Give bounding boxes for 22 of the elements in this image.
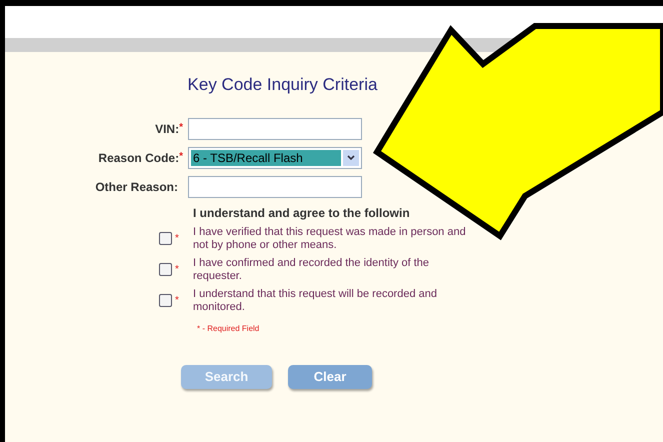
required-field-note: * - Required Field: [197, 322, 260, 334]
agreement-text: I have verified that this request was made in person and not by phone or other means.: [193, 226, 467, 252]
required-mark: *: [179, 150, 183, 164]
checkbox[interactable]: [159, 263, 172, 276]
text-field[interactable]: [188, 176, 362, 198]
checkbox[interactable]: [159, 232, 172, 245]
required-mark: *: [179, 120, 183, 134]
agreement-text: I have confirmed and recorded the identity of the requester.: [193, 256, 430, 282]
reason-select[interactable]: 6 - TSB/Recall Flash: [188, 146, 362, 168]
chevron-down-icon: [347, 154, 355, 160]
field-label: Other Reason:: [95, 178, 178, 196]
checkbox[interactable]: [159, 294, 172, 307]
field-label: VIN:: [155, 120, 180, 138]
action-button[interactable]: Clear: [288, 364, 372, 388]
required-mark: *: [174, 263, 180, 277]
required-mark: *: [174, 232, 180, 246]
agreement-heading: I understand and agree to the followin: [193, 204, 411, 222]
field-label: Reason Code:: [98, 150, 180, 166]
required-mark: *: [174, 294, 180, 308]
agreement-text: I understand that this request will be recorded and monitored.: [193, 288, 438, 314]
text-field[interactable]: [188, 118, 362, 140]
form-title: Key Code Inquiry Criteria: [186, 74, 378, 96]
